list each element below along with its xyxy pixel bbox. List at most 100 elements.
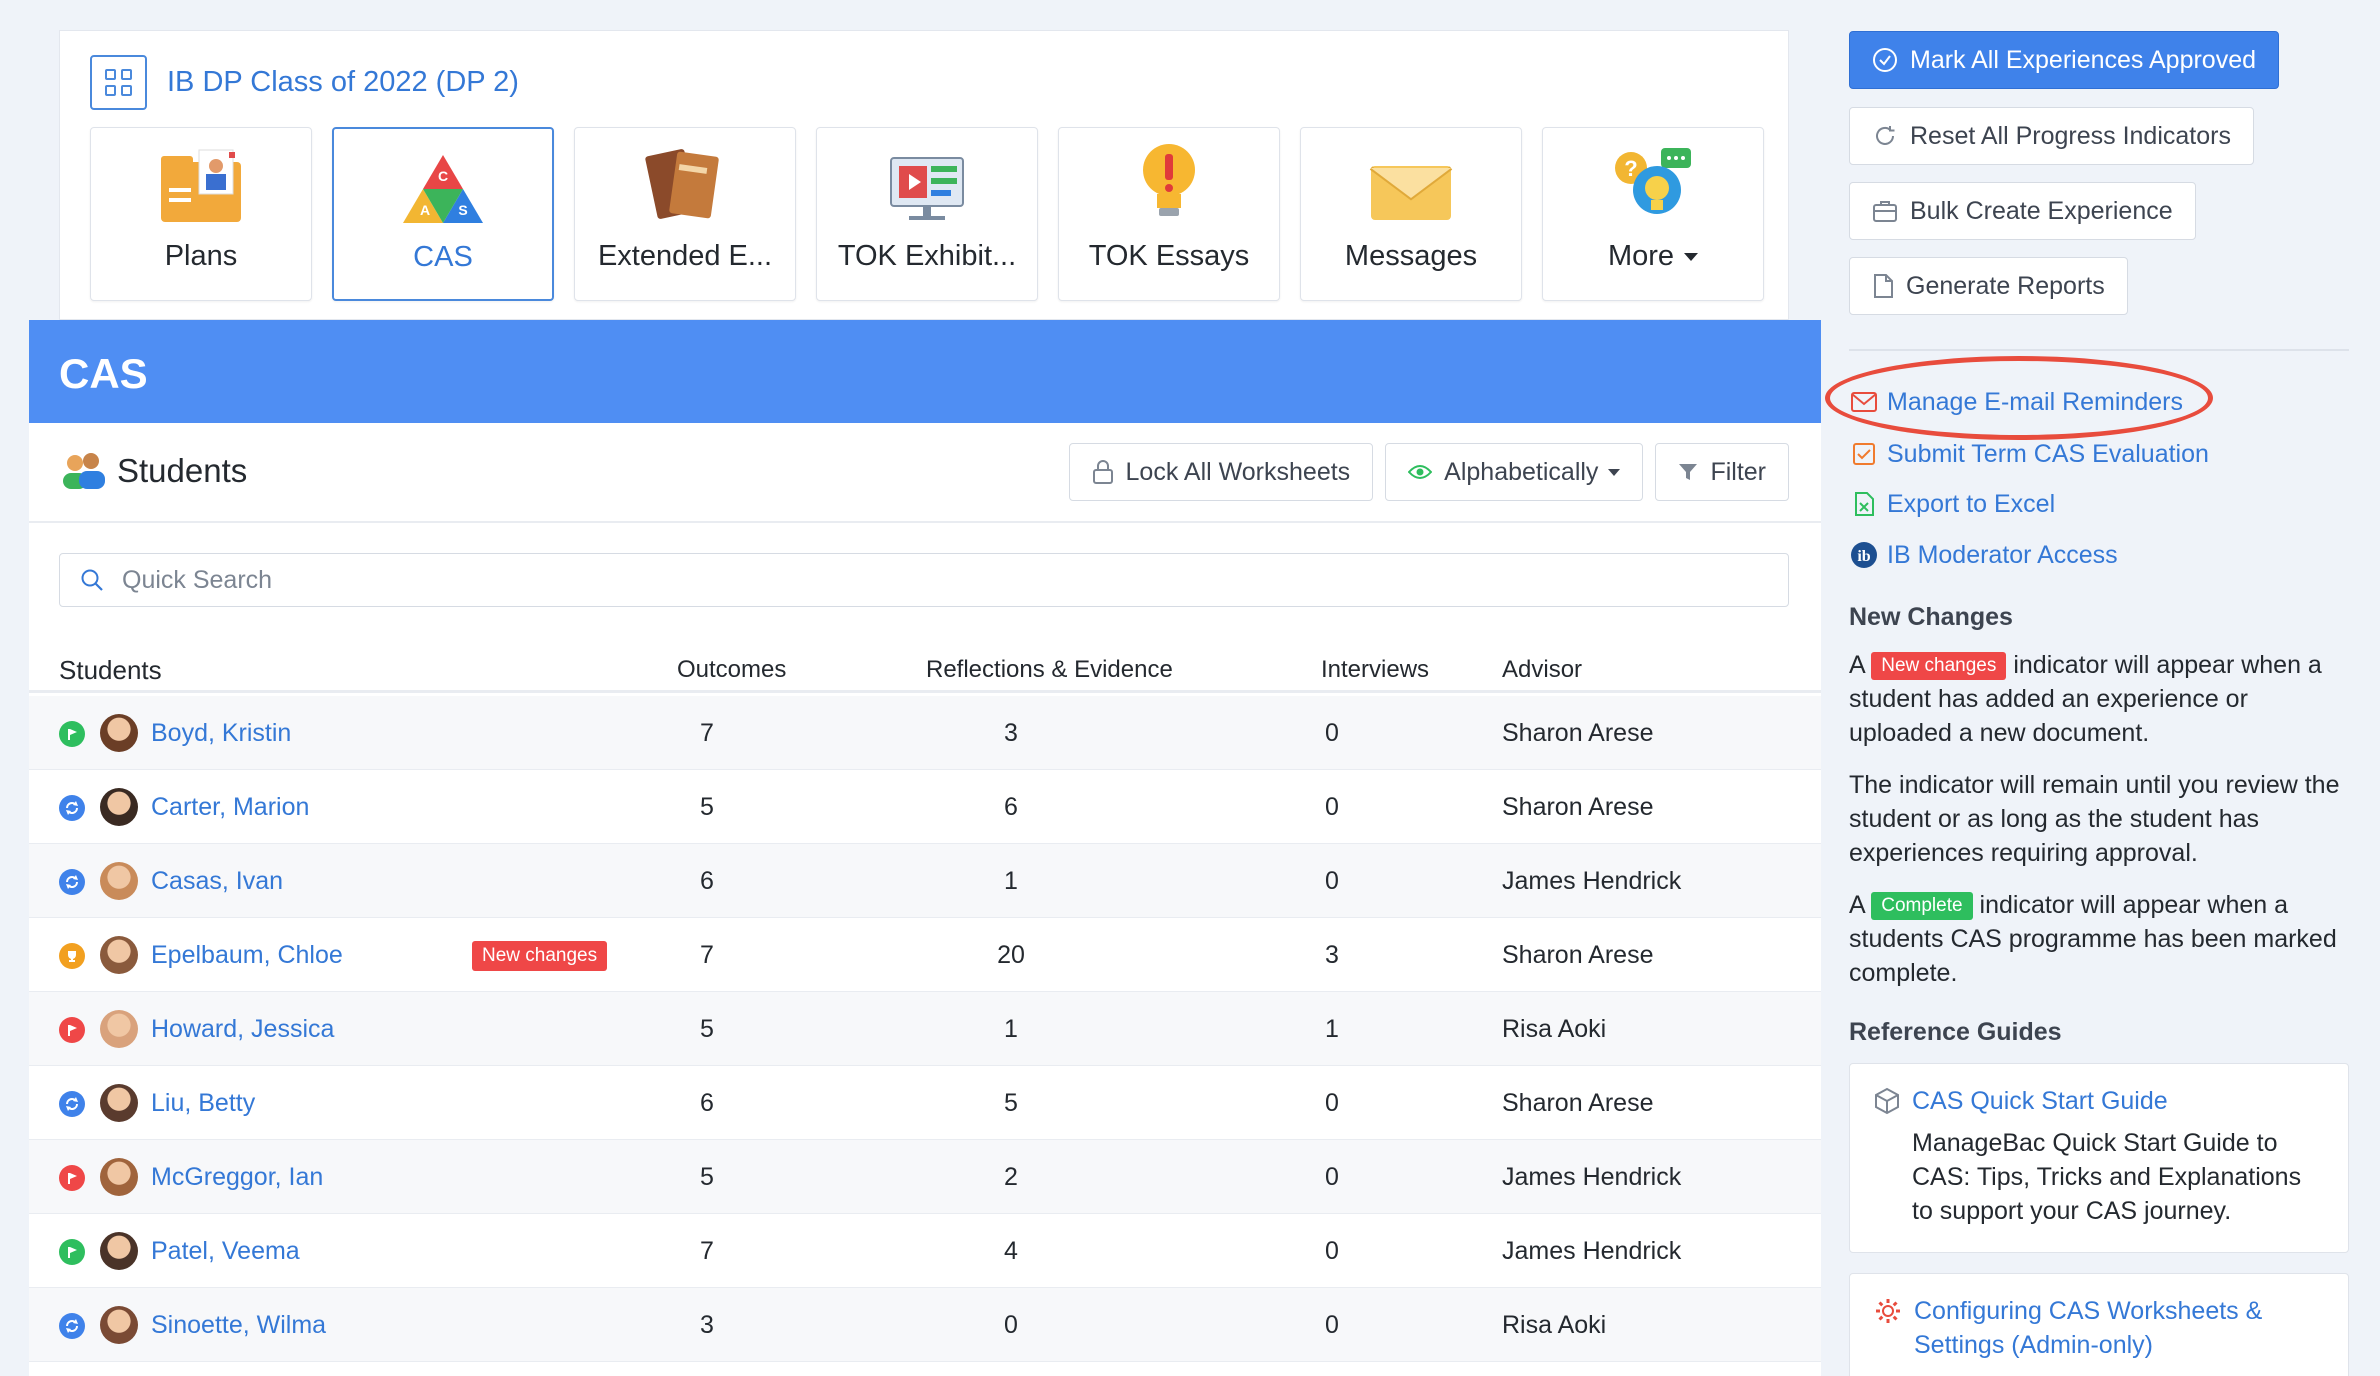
tile-label: Messages (1344, 240, 1478, 272)
guide-title[interactable]: CAS Quick Start Guide (1874, 1084, 2324, 1118)
col-students[interactable]: Students (59, 655, 162, 686)
tile-label: TOK Exhibit... (837, 240, 1017, 272)
tile-label: Extended E... (597, 240, 773, 272)
interviews-count: 0 (1325, 793, 1339, 821)
student-name-link[interactable]: Epelbaum, Chloe (151, 941, 343, 970)
excel-label: Export to Excel (1887, 489, 2056, 518)
reset-progress-button[interactable]: Reset All Progress Indicators (1849, 107, 2254, 165)
student-name-link[interactable]: Liu, Betty (151, 1089, 255, 1118)
ib-logo-icon: ib (1849, 540, 1879, 570)
table-row[interactable]: Sinoette, Wilma 3 0 0 Risa Aoki (29, 1288, 1821, 1362)
bulk-create-experience-button[interactable]: Bulk Create Experience (1849, 182, 2196, 240)
outcomes-count: 7 (700, 719, 714, 747)
term-eval-label: Submit Term CAS Evaluation (1887, 439, 2209, 468)
col-advisor[interactable]: Advisor (1502, 656, 1582, 684)
class-menu-button[interactable] (90, 55, 147, 110)
col-outcomes[interactable]: Outcomes (677, 656, 786, 684)
tile-more[interactable]: ? More (1542, 127, 1764, 301)
export-to-excel-link[interactable]: Export to Excel (1849, 489, 2055, 519)
complete-badge: Complete (1871, 892, 1973, 920)
excel-file-icon (1849, 489, 1879, 519)
check-circle-icon (1873, 48, 1897, 72)
outcomes-count: 5 (700, 1163, 714, 1191)
extended-essay-books-icon (645, 128, 725, 228)
outcomes-count: 7 (700, 1237, 714, 1265)
reference-guides-title: Reference Guides (1849, 1018, 2062, 1046)
reminders-label: Manage E-mail Reminders (1887, 387, 2183, 416)
quick-search-input[interactable]: Quick Search (59, 553, 1789, 607)
table-row[interactable]: Carter, Marion 5 6 0 Sharon Arese (29, 770, 1821, 844)
briefcase-icon (1873, 201, 1897, 222)
more-label: More (1607, 240, 1675, 272)
guide-card-configuring[interactable]: Configuring CAS Worksheets & Settings (A… (1849, 1273, 2349, 1376)
outcomes-count: 3 (700, 1311, 714, 1339)
table-row[interactable]: McGreggor, Ian 5 2 0 James Hendrick (29, 1140, 1821, 1214)
submit-term-evaluation-link[interactable]: Submit Term CAS Evaluation (1849, 439, 2209, 469)
mark-all-approved-button[interactable]: Mark All Experiences Approved (1849, 31, 2280, 89)
interviews-count: 0 (1325, 1237, 1339, 1265)
cas-triangle-icon: C A S (401, 129, 485, 229)
filter-button[interactable]: Filter (1655, 443, 1789, 501)
interviews-count: 1 (1325, 1015, 1339, 1043)
manage-email-reminders-link[interactable]: Manage E-mail Reminders (1849, 387, 2183, 417)
guide-card-quick-start[interactable]: CAS Quick Start Guide ManageBac Quick St… (1849, 1063, 2349, 1253)
tile-cas[interactable]: CAS CAS (332, 127, 554, 301)
cube-icon (1875, 1087, 1899, 1115)
reflections-count: 20 (997, 941, 1025, 969)
class-card: IB DP Class of 2022 (DP 2) Plans CAS CAS… (59, 30, 1789, 320)
tile-label: TOK Essays (1088, 240, 1250, 272)
avatar (100, 862, 138, 900)
table-row[interactable]: Casas, Ivan 6 1 0 James Hendrick (29, 844, 1821, 918)
student-name-link[interactable]: Boyd, Kristin (151, 719, 291, 748)
table-row[interactable]: Boyd, Kristin 7 3 0 Sharon Arese (29, 696, 1821, 770)
flag-icon (59, 1239, 85, 1265)
table-row[interactable]: Liu, Betty 6 5 0 Sharon Arese (29, 1066, 1821, 1140)
advisor-name: Risa Aoki (1502, 1015, 1607, 1043)
tok-exhibition-screen-icon (885, 128, 969, 228)
search-icon (81, 569, 103, 591)
text: A (1849, 651, 1865, 679)
student-name-link[interactable]: Howard, Jessica (151, 1015, 334, 1044)
flag-icon (59, 1017, 85, 1043)
advisor-name: Sharon Arese (1502, 1089, 1654, 1117)
lock-all-label: Lock All Worksheets (1125, 457, 1351, 486)
outcomes-count: 6 (700, 867, 714, 895)
student-name-link[interactable]: Carter, Marion (151, 793, 309, 822)
gear-icon (1876, 1299, 1900, 1323)
student-name-link[interactable]: McGreggor, Ian (151, 1163, 323, 1192)
grid-icon (105, 69, 132, 96)
svg-text:?: ? (1624, 156, 1637, 181)
search-placeholder: Quick Search (122, 565, 273, 594)
ib-moderator-access-link[interactable]: ib IB Moderator Access (1849, 540, 2118, 570)
col-reflections[interactable]: Reflections & Evidence (926, 656, 1173, 684)
tile-tok-exhibition[interactable]: TOK Exhibit... (816, 127, 1038, 301)
tile-plans[interactable]: Plans (90, 127, 312, 301)
advisor-name: Sharon Arese (1502, 793, 1654, 821)
table-row[interactable]: Patel, Veema 7 4 0 James Hendrick (29, 1214, 1821, 1288)
advisor-name: James Hendrick (1502, 1163, 1682, 1191)
tile-messages[interactable]: Messages (1300, 127, 1522, 301)
tile-extended-essay[interactable]: Extended E... (574, 127, 796, 301)
new-changes-badge: New changes (1871, 652, 2007, 680)
table-row[interactable]: Epelbaum, Chloe New changes 7 20 3 Sharon Are… (29, 918, 1821, 992)
student-name-link[interactable]: Sinoette, Wilma (151, 1311, 326, 1340)
col-interviews[interactable]: Interviews (1321, 656, 1429, 684)
new-changes-badge: New changes (472, 941, 608, 971)
students-heading: Students (59, 451, 247, 491)
student-name-link[interactable]: Patel, Veema (151, 1237, 300, 1266)
sidebar-divider (1849, 349, 2349, 351)
class-title[interactable]: IB DP Class of 2022 (DP 2) (167, 66, 519, 99)
chevron-down-icon (1608, 468, 1621, 476)
sort-dropdown[interactable]: Alphabetically (1385, 443, 1644, 501)
reflections-count: 5 (1004, 1089, 1018, 1117)
student-name-link[interactable]: Casas, Ivan (151, 867, 283, 896)
avatar (100, 1010, 138, 1048)
new-changes-title: New Changes (1849, 603, 2013, 631)
guide-title[interactable]: Configuring CAS Worksheets & Settings (A… (1874, 1294, 2324, 1362)
tile-tok-essays[interactable]: TOK Essays (1058, 127, 1280, 301)
refresh-icon (1876, 126, 1895, 145)
envelope-icon (1369, 128, 1453, 228)
lock-all-worksheets-button[interactable]: Lock All Worksheets (1068, 443, 1374, 501)
table-row[interactable]: Howard, Jessica 5 1 1 Risa Aoki (29, 992, 1821, 1066)
generate-reports-button[interactable]: Generate Reports (1849, 257, 2128, 315)
